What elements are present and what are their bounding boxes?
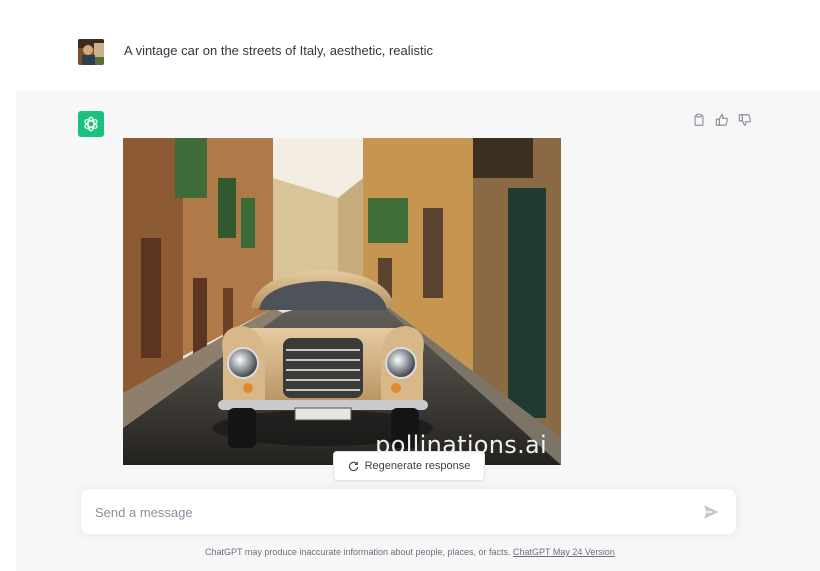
user-avatar [78, 39, 104, 65]
copy-icon[interactable] [692, 113, 706, 127]
thumbs-down-icon[interactable] [738, 113, 752, 127]
regenerate-response-button[interactable]: Regenerate response [333, 451, 485, 481]
refresh-icon [348, 461, 358, 471]
send-icon[interactable] [702, 503, 720, 521]
user-message-text: A vintage car on the streets of Italy, a… [124, 43, 434, 58]
message-input[interactable] [93, 489, 697, 536]
chatgpt-logo-icon [78, 111, 104, 137]
vintage-car-italy-image: pollinations.ai [123, 138, 561, 465]
regenerate-label: Regenerate response [364, 460, 471, 472]
user-message-row: A vintage car on the streets of Italy, a… [0, 0, 820, 90]
disclaimer-footer: ChatGPT may produce inaccurate informati… [0, 547, 820, 557]
disclaimer-text: ChatGPT may produce inaccurate informati… [205, 547, 514, 557]
version-link[interactable]: ChatGPT May 24 Version [513, 547, 615, 557]
message-actions [692, 113, 752, 127]
thumbs-up-icon[interactable] [715, 113, 729, 127]
message-composer [81, 489, 736, 536]
